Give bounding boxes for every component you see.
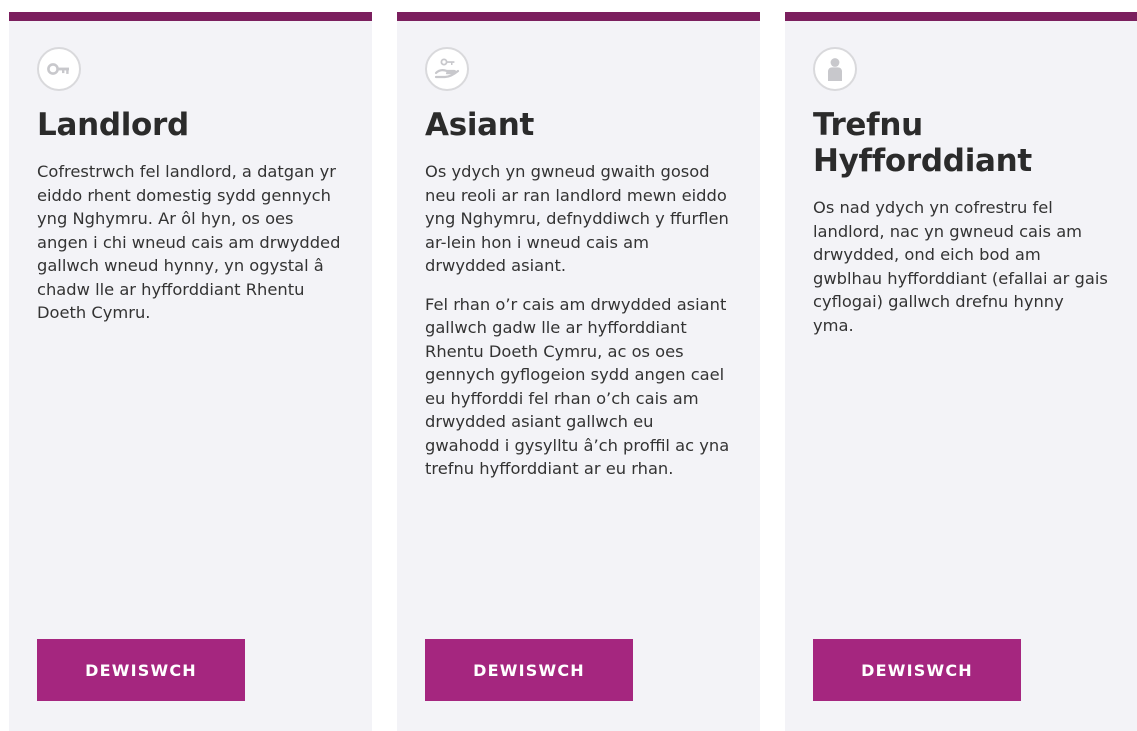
card-agent: Asiant Os ydych yn gwneud gwaith gosod n… [397, 12, 760, 731]
card-description: Os nad ydych yn cofrestru fel landlord, … [813, 196, 1109, 337]
choose-button-landlord[interactable]: DEWISWCH [37, 639, 245, 701]
card-title: Trefnu Hyfforddiant [813, 107, 1032, 179]
card-paragraph: Fel rhan o’r cais am drwydded asiant gal… [425, 294, 730, 479]
choose-button-agent[interactable]: DEWISWCH [425, 639, 633, 701]
person-icon [813, 47, 857, 91]
option-cards: Landlord Cofrestrwch fel landlord, a dat… [0, 0, 1137, 731]
card-title: Asiant [425, 107, 535, 143]
card-paragraph: Os ydych yn gwneud gwaith gosod neu reol… [425, 162, 729, 275]
card-description: Cofrestrwch fel landlord, a datgan yr ei… [37, 160, 344, 325]
card-title: Landlord [37, 107, 189, 143]
card-description: Os ydych yn gwneud gwaith gosod neu reol… [425, 160, 732, 481]
choose-button-training[interactable]: DEWISWCH [813, 639, 1021, 701]
card-paragraph: Cofrestrwch fel landlord, a datgan yr ei… [37, 162, 341, 322]
hand-key-icon [425, 47, 469, 91]
card-paragraph: Os nad ydych yn cofrestru fel landlord, … [813, 198, 1108, 335]
card-landlord: Landlord Cofrestrwch fel landlord, a dat… [9, 12, 372, 731]
key-icon [37, 47, 81, 91]
card-training: Trefnu Hyfforddiant Os nad ydych yn cofr… [785, 12, 1137, 731]
